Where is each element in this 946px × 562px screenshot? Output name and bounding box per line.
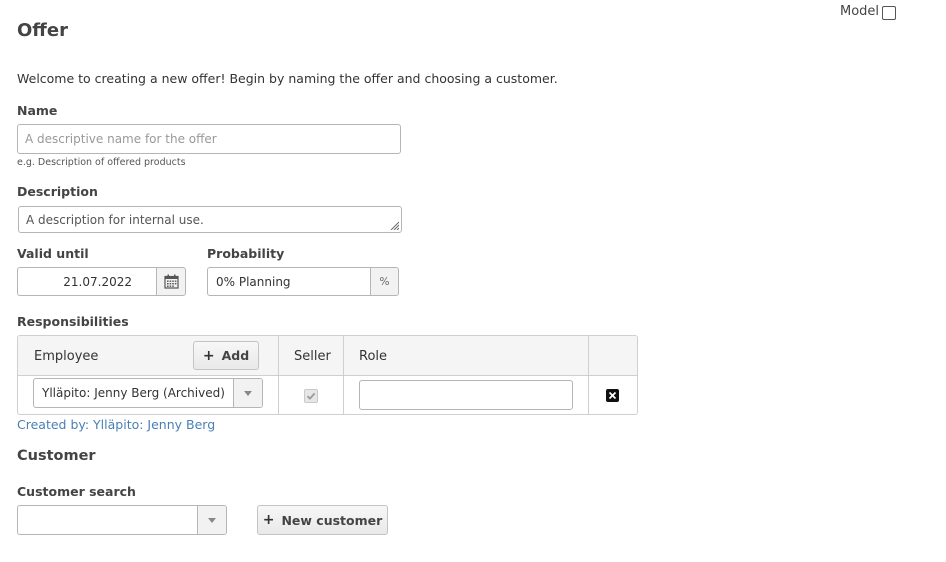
- new-customer-label: New customer: [281, 512, 383, 528]
- probability-input[interactable]: 0% Planning: [207, 267, 370, 296]
- customer-section-title: Customer: [17, 448, 96, 464]
- plus-icon: +: [202, 347, 215, 364]
- description-textarea[interactable]: A description for internal use.: [18, 206, 402, 233]
- percent-addon: %: [370, 267, 399, 296]
- chevron-down-icon: [197, 506, 226, 534]
- created-by-link[interactable]: Created by: Ylläpito: Jenny Berg: [17, 417, 215, 432]
- calendar-icon: [163, 274, 179, 289]
- valid-until-field: 21.07.2022: [17, 267, 186, 296]
- intro-text: Welcome to creating a new offer! Begin b…: [17, 71, 558, 86]
- name-hint: e.g. Description of offered products: [17, 157, 186, 168]
- remove-row-button[interactable]: [606, 389, 619, 402]
- column-seller: Seller: [294, 348, 331, 364]
- model-checkbox[interactable]: [882, 6, 896, 20]
- valid-until-label: Valid until: [17, 246, 89, 261]
- responsibilities-table: Employee + Add Seller Role Ylläpito: Jen…: [17, 335, 638, 415]
- name-placeholder: A descriptive name for the offer: [25, 132, 217, 146]
- add-button-label: Add: [221, 348, 250, 363]
- employee-select[interactable]: Ylläpito: Jenny Berg (Archived): [33, 378, 263, 408]
- column-divider: [343, 336, 344, 414]
- column-divider: [278, 336, 279, 414]
- description-label: Description: [17, 184, 98, 199]
- role-input[interactable]: [359, 380, 573, 410]
- column-employee: Employee: [34, 348, 99, 364]
- probability-label: Probability: [207, 246, 285, 261]
- name-input[interactable]: A descriptive name for the offer: [17, 124, 401, 154]
- employee-select-value: Ylläpito: Jenny Berg (Archived): [42, 386, 225, 400]
- valid-until-input[interactable]: 21.07.2022: [17, 267, 156, 296]
- chevron-down-icon: [233, 379, 262, 407]
- probability-field: 0% Planning %: [207, 267, 399, 296]
- check-icon: [306, 392, 316, 400]
- model-label: Model: [840, 4, 880, 19]
- seller-checkbox[interactable]: [304, 389, 318, 403]
- new-customer-button[interactable]: + New customer: [257, 505, 388, 535]
- column-role: Role: [359, 348, 388, 364]
- add-employee-button[interactable]: + Add: [193, 341, 259, 370]
- customer-search-value: [18, 506, 197, 534]
- plus-icon: +: [262, 512, 275, 528]
- name-label: Name: [17, 103, 58, 118]
- description-placeholder: A description for internal use.: [26, 212, 204, 227]
- close-icon: [608, 391, 617, 400]
- customer-search-label: Customer search: [17, 484, 136, 499]
- page-title: Offer: [17, 20, 68, 41]
- column-divider: [588, 336, 589, 414]
- customer-search-select[interactable]: [17, 505, 227, 535]
- calendar-button[interactable]: [156, 267, 186, 296]
- resize-grip-icon[interactable]: [389, 220, 399, 230]
- responsibilities-label: Responsibilities: [17, 314, 129, 329]
